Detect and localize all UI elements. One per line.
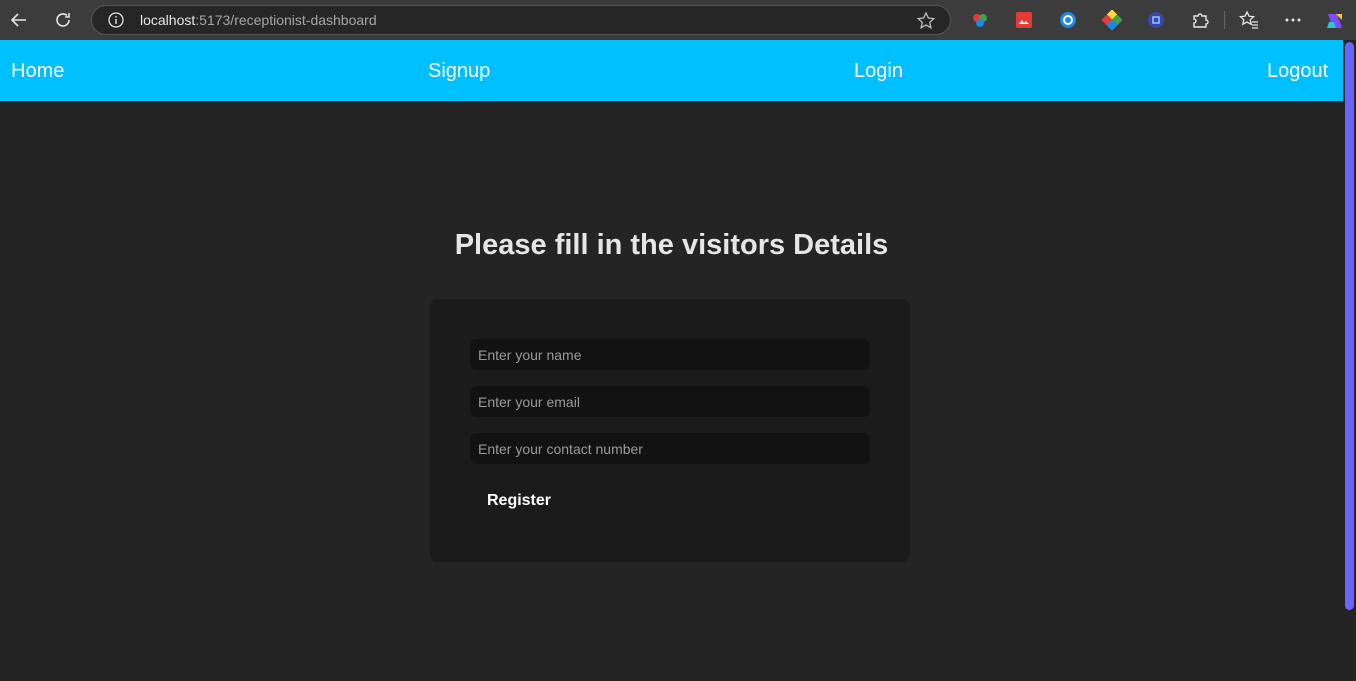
site-info-icon[interactable] (108, 12, 124, 28)
app-navbar: Home Signup Login Logout (0, 40, 1343, 101)
color-picker-extension-icon[interactable] (970, 10, 990, 30)
register-button[interactable]: Register (470, 485, 568, 517)
more-menu-icon[interactable] (1283, 10, 1303, 30)
circle-extension-icon[interactable] (1058, 10, 1078, 30)
image-extension-icon[interactable] (1014, 10, 1034, 30)
favorite-star-icon[interactable] (916, 11, 936, 36)
back-arrow-icon[interactable] (7, 8, 31, 32)
scrollbar-thumb[interactable] (1345, 42, 1354, 610)
address-bar[interactable]: localhost:5173/receptionist-dashboard (91, 5, 951, 35)
nav-home-link[interactable]: Home (11, 60, 64, 83)
visitor-form: Register (430, 299, 910, 562)
nav-logout-link[interactable]: Logout (1267, 60, 1328, 83)
refresh-icon[interactable] (51, 8, 75, 32)
favorites-icon[interactable] (1238, 10, 1259, 30)
email-input[interactable] (470, 386, 870, 417)
url-text: localhost:5173/receptionist-dashboard (140, 12, 377, 28)
page-title: Please fill in the visitors Details (454, 229, 889, 261)
contact-number-input[interactable] (470, 433, 870, 464)
copilot-icon[interactable] (1324, 10, 1344, 30)
url-host: localhost (140, 12, 196, 28)
puzzle-blue-extension-icon[interactable] (1146, 10, 1166, 30)
browser-toolbar: localhost:5173/receptionist-dashboard (0, 0, 1356, 40)
nav-signup-link[interactable]: Signup (428, 60, 490, 83)
toolbar-separator (1224, 11, 1225, 29)
url-path: :5173/receptionist-dashboard (195, 12, 377, 28)
extensions-icon[interactable] (1190, 10, 1210, 30)
palette-extension-icon[interactable] (1101, 9, 1123, 31)
name-input[interactable] (470, 339, 870, 370)
nav-login-link[interactable]: Login (854, 60, 903, 83)
